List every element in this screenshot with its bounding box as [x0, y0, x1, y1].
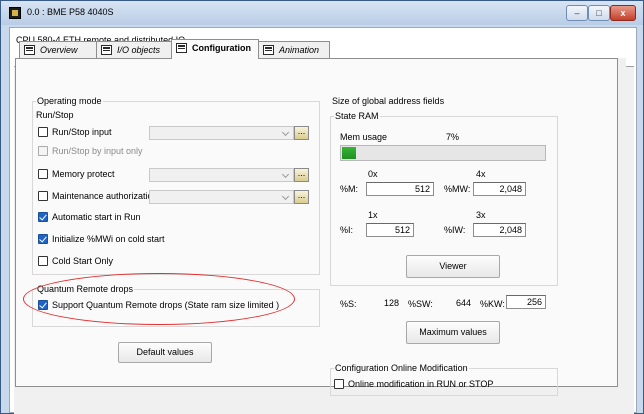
iw-size-field[interactable]: 2,048: [473, 223, 526, 237]
maximize-button[interactable]: □: [588, 5, 610, 21]
memory-protect-browse-button[interactable]: ...: [294, 168, 309, 182]
cold-start-only-checkbox[interactable]: [38, 256, 48, 266]
application-window: 0.0 : BME P58 4040S – □ x CPU 580-4 ETH …: [0, 0, 644, 414]
iw-label: %IW:: [444, 225, 466, 235]
tab-io-objects[interactable]: I/O objects: [96, 41, 172, 58]
s-size-field[interactable]: 128: [358, 297, 402, 311]
run-stop-by-input-only-checkbox[interactable]: [38, 146, 48, 156]
maintenance-authorization-checkbox[interactable]: [38, 191, 48, 201]
tab-label: Overview: [40, 45, 78, 55]
mw-size-field[interactable]: 2,048: [473, 182, 526, 196]
tab-overview[interactable]: Overview: [19, 41, 97, 58]
state-ram-title: State RAM: [334, 111, 380, 121]
mw-label: %MW:: [444, 184, 471, 194]
automatic-start-label: Automatic start in Run: [52, 212, 141, 222]
window-title: 0.0 : BME P58 4040S: [27, 7, 114, 17]
col-3x-label: 3x: [476, 210, 486, 220]
memory-protect-select[interactable]: [149, 168, 294, 182]
operating-mode-title: Operating mode: [36, 96, 103, 106]
default-values-button[interactable]: Default values: [118, 342, 212, 363]
minimize-button[interactable]: –: [566, 5, 588, 21]
tab-page-icon: [101, 45, 112, 55]
col-4x-label: 4x: [476, 169, 486, 179]
support-quantum-checkbox[interactable]: [38, 300, 48, 310]
online-modification-title: Configuration Online Modification: [334, 363, 469, 373]
tab-label: I/O objects: [117, 45, 161, 55]
run-stop-input-browse-button[interactable]: ...: [294, 126, 309, 140]
run-stop-input-select[interactable]: [149, 126, 294, 140]
col-0x-label: 0x: [368, 169, 378, 179]
viewer-button[interactable]: Viewer: [406, 255, 500, 278]
memory-protect-checkbox[interactable]: [38, 169, 48, 179]
cold-start-only-label: Cold Start Only: [52, 256, 114, 266]
tab-label: Animation: [279, 45, 320, 55]
sw-size-field[interactable]: 644: [432, 297, 474, 311]
s-label: %S:: [340, 299, 357, 309]
mem-usage-value: 7%: [446, 132, 460, 142]
m-size-field[interactable]: 512: [366, 182, 434, 196]
quantum-remote-drops-title: Quantum Remote drops: [36, 284, 135, 294]
tab-label: Configuration: [192, 43, 251, 53]
maximum-values-button[interactable]: Maximum values: [406, 321, 500, 344]
tab-page-icon: [263, 45, 274, 55]
configuration-panel: Operating mode Run/Stop Run/Stop input .…: [15, 58, 618, 396]
mem-usage-progress-bar: [340, 145, 546, 161]
address-fields-title: Size of global address fields: [332, 96, 445, 106]
maintenance-authorization-select[interactable]: [149, 190, 294, 204]
tab-page-icon: [176, 43, 187, 53]
support-quantum-label: Support Quantum Remote drops (State ram …: [52, 300, 280, 310]
tab-configuration[interactable]: Configuration: [171, 39, 259, 59]
i-size-field[interactable]: 512: [366, 223, 414, 237]
panel-margin: [618, 58, 626, 387]
chevron-down-icon: [280, 169, 293, 181]
mem-usage-label: Mem usage: [340, 132, 388, 142]
tab-animation[interactable]: Animation: [258, 41, 330, 58]
tab-page-icon: [24, 45, 35, 55]
kw-size-field[interactable]: 256: [506, 295, 546, 309]
run-stop-input-label: Run/Stop input: [52, 127, 112, 137]
sw-label: %SW:: [408, 299, 433, 309]
automatic-start-checkbox[interactable]: [38, 212, 48, 222]
initialize-mwi-checkbox[interactable]: [38, 234, 48, 244]
m-label: %M:: [340, 184, 358, 194]
title-bar[interactable]: 0.0 : BME P58 4040S – □ x: [1, 1, 643, 25]
memory-protect-label: Memory protect: [52, 169, 115, 179]
maintenance-authorization-label: Maintenance authorization: [52, 191, 158, 201]
i-label: %I:: [340, 225, 354, 235]
chevron-down-icon: [280, 191, 293, 203]
col-1x-label: 1x: [368, 210, 378, 220]
run-stop-title: Run/Stop: [36, 110, 74, 120]
close-button[interactable]: x: [610, 5, 636, 21]
maintenance-authorization-browse-button[interactable]: ...: [294, 190, 309, 204]
initialize-mwi-label: Initialize %MWi on cold start: [52, 234, 165, 244]
online-modification-checkbox[interactable]: [334, 379, 344, 389]
kw-label: %KW:: [480, 299, 505, 309]
run-stop-by-input-only-label: Run/Stop by input only: [52, 146, 143, 156]
online-modification-label: Online modification in RUN or STOP: [348, 379, 494, 389]
chevron-down-icon: [280, 127, 293, 139]
mem-usage-progress-fill: [342, 147, 357, 159]
module-icon: [9, 7, 21, 19]
run-stop-input-checkbox[interactable]: [38, 127, 48, 137]
